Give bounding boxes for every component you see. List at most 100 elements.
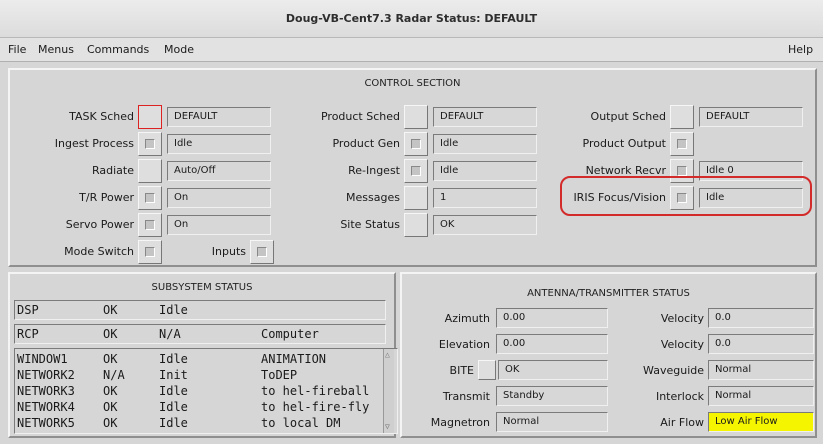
- product-output-button[interactable]: [670, 132, 694, 156]
- scroll-up-icon[interactable]: △: [385, 351, 390, 359]
- control-section-title: CONTROL SECTION: [364, 78, 461, 89]
- elevation-value: 0.00: [496, 334, 608, 354]
- servo-power-value: On: [167, 215, 271, 235]
- magnetron-label: Magnetron: [430, 416, 490, 429]
- item-name: NETWORK4: [17, 400, 75, 414]
- waveguide-value: Normal: [708, 360, 814, 380]
- re-ingest-button[interactable]: [404, 159, 428, 183]
- scroll-down-icon[interactable]: ▽: [385, 423, 390, 431]
- item-name: NETWORK3: [17, 384, 75, 398]
- product-gen-button[interactable]: [404, 132, 428, 156]
- radiate-label: Radiate: [91, 164, 134, 177]
- menu-mode[interactable]: Mode: [164, 43, 194, 56]
- item-status: N/A: [103, 368, 125, 382]
- messages-label: Messages: [346, 191, 400, 204]
- bite-button[interactable]: [478, 360, 496, 380]
- output-sched-label: Output Sched: [590, 110, 666, 123]
- output-sched-button[interactable]: [670, 105, 694, 129]
- indicator-icon: [257, 247, 267, 257]
- product-gen-label: Product Gen: [332, 137, 400, 150]
- item-note: to local DM: [261, 416, 341, 430]
- item-name: NETWORK5: [17, 416, 75, 430]
- inputs-label: Inputs: [211, 245, 246, 258]
- velocity-value: 0.0: [708, 334, 814, 354]
- rcp-status: OK: [103, 327, 118, 341]
- window-title: Doug-VB-Cent7.3 Radar Status: DEFAULT: [0, 0, 823, 38]
- iris-focus-value: Idle: [699, 188, 803, 208]
- rcp-name: RCP: [17, 327, 39, 341]
- transmit-value: Standby: [496, 386, 608, 406]
- list-item[interactable]: NETWORK4 OK Idle to hel-fire-fly: [15, 399, 385, 415]
- subsystem-list[interactable]: WINDOW1 OK Idle ANIMATION NETWORK2 N/A I…: [14, 348, 398, 434]
- item-state: Idle: [159, 352, 188, 366]
- rcp-state: N/A: [159, 327, 181, 341]
- rcp-note: Computer: [261, 327, 319, 341]
- product-sched-label: Product Sched: [320, 110, 400, 123]
- indicator-icon: [145, 139, 155, 149]
- mode-switch-button[interactable]: [138, 240, 162, 264]
- dsp-state: Idle: [159, 303, 188, 317]
- list-scrollbar[interactable]: △ ▽: [383, 349, 394, 433]
- iris-focus-button[interactable]: [670, 186, 694, 210]
- dsp-name: DSP: [17, 303, 39, 317]
- indicator-icon: [677, 166, 687, 176]
- velocity-label: Velocity: [660, 338, 704, 351]
- indicator-icon: [145, 220, 155, 230]
- task-sched-label: TASK Sched: [69, 110, 134, 123]
- item-status: OK: [103, 416, 118, 430]
- output-sched-value: DEFAULT: [699, 107, 803, 127]
- subsystem-status-panel: SUBSYSTEM STATUS DSP OK Idle RCP OK N/A …: [8, 272, 398, 438]
- site-status-value: OK: [433, 215, 537, 235]
- indicator-icon: [145, 193, 155, 203]
- list-item[interactable]: NETWORK5 OK Idle to local DM: [15, 415, 385, 431]
- waveguide-label: Waveguide: [643, 364, 704, 377]
- product-sched-button[interactable]: [404, 105, 428, 129]
- menu-commands[interactable]: Commands: [87, 43, 149, 56]
- site-status-button[interactable]: [404, 213, 428, 237]
- azimuth-value: 0.00: [496, 308, 608, 328]
- control-section-panel: CONTROL SECTION TASK Sched DEFAULT Inges…: [8, 68, 817, 267]
- re-ingest-label: Re-Ingest: [348, 164, 400, 177]
- servo-power-button[interactable]: [138, 213, 162, 237]
- velocity-value: 0.0: [708, 308, 814, 328]
- item-state: Idle: [159, 416, 188, 430]
- item-status: OK: [103, 352, 118, 366]
- item-note: to hel-fireball: [261, 384, 370, 398]
- inputs-button[interactable]: [250, 240, 274, 264]
- item-name: NETWORK2: [17, 368, 75, 382]
- item-state: Idle: [159, 384, 188, 398]
- indicator-icon: [411, 166, 421, 176]
- list-item[interactable]: WINDOW1 OK Idle ANIMATION: [15, 351, 385, 367]
- menu-help[interactable]: Help: [788, 43, 813, 56]
- interlock-value: Normal: [708, 386, 814, 406]
- tr-power-value: On: [167, 188, 271, 208]
- air-flow-value: Low Air Flow: [708, 412, 814, 432]
- indicator-icon: [677, 139, 687, 149]
- menu-menus[interactable]: Menus: [38, 43, 74, 56]
- list-item[interactable]: NETWORK3 OK Idle to hel-fireball: [15, 383, 385, 399]
- task-sched-button[interactable]: [138, 105, 162, 129]
- item-status: OK: [103, 400, 118, 414]
- item-note: ToDEP: [261, 368, 298, 382]
- product-gen-value: Idle: [433, 134, 537, 154]
- menu-bar: File Menus Commands Mode Help: [0, 38, 823, 62]
- dsp-status: OK: [103, 303, 118, 317]
- task-sched-value: DEFAULT: [167, 107, 271, 127]
- item-note: to hel-fire-fly: [261, 400, 370, 414]
- velocity-label: Velocity: [660, 312, 704, 325]
- radiate-value: Auto/Off: [167, 161, 271, 181]
- ingest-process-button[interactable]: [138, 132, 162, 156]
- ingest-process-value: Idle: [167, 134, 271, 154]
- product-sched-value: DEFAULT: [433, 107, 537, 127]
- item-note: ANIMATION: [261, 352, 327, 366]
- item-state: Init: [159, 368, 188, 382]
- menu-file[interactable]: File: [8, 43, 26, 56]
- interlock-label: Interlock: [655, 390, 704, 403]
- radiate-button[interactable]: [138, 159, 162, 183]
- tr-power-button[interactable]: [138, 186, 162, 210]
- list-item[interactable]: NETWORK2 N/A Init ToDEP: [15, 367, 385, 383]
- transmit-label: Transmit: [442, 390, 490, 403]
- antenna-transmitter-panel: ANTENNA/TRANSMITTER STATUS Azimuth 0.00 …: [400, 272, 817, 438]
- bite-label: BITE: [449, 364, 474, 377]
- messages-button[interactable]: [404, 186, 428, 210]
